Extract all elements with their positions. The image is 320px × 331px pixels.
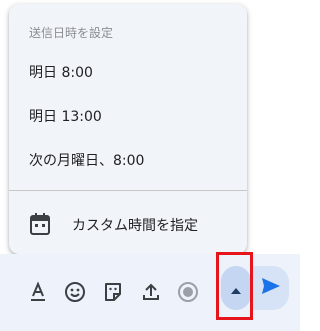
text-format-button[interactable]	[24, 278, 52, 306]
record-icon	[177, 281, 199, 303]
send-icon	[261, 277, 281, 299]
custom-time-label: カスタム時間を指定	[72, 218, 198, 234]
send-button[interactable]	[253, 266, 289, 310]
menu-header: 送信日時を設定	[29, 26, 114, 40]
calendar-icon	[29, 212, 51, 240]
menu-option-tomorrow-13[interactable]: 明日 13:00	[9, 96, 247, 136]
text-format-icon	[27, 281, 49, 303]
menu-divider	[9, 190, 247, 191]
sticker-icon	[102, 281, 124, 303]
menu-option-custom-time[interactable]: カスタム時間を指定	[9, 204, 247, 244]
highlight-box	[216, 252, 253, 320]
upload-icon	[140, 281, 162, 303]
record-button[interactable]	[174, 278, 202, 306]
sticker-button[interactable]	[99, 278, 127, 306]
emoji-button[interactable]	[61, 278, 89, 306]
schedule-send-menu: 送信日時を設定 明日 8:00 明日 13:00 次の月曜日、8:00 カスタム…	[9, 4, 247, 254]
menu-option-next-monday-8[interactable]: 次の月曜日、8:00	[9, 140, 247, 180]
upload-button[interactable]	[137, 278, 165, 306]
menu-option-tomorrow-8[interactable]: 明日 8:00	[9, 52, 247, 92]
emoji-icon	[64, 281, 86, 303]
